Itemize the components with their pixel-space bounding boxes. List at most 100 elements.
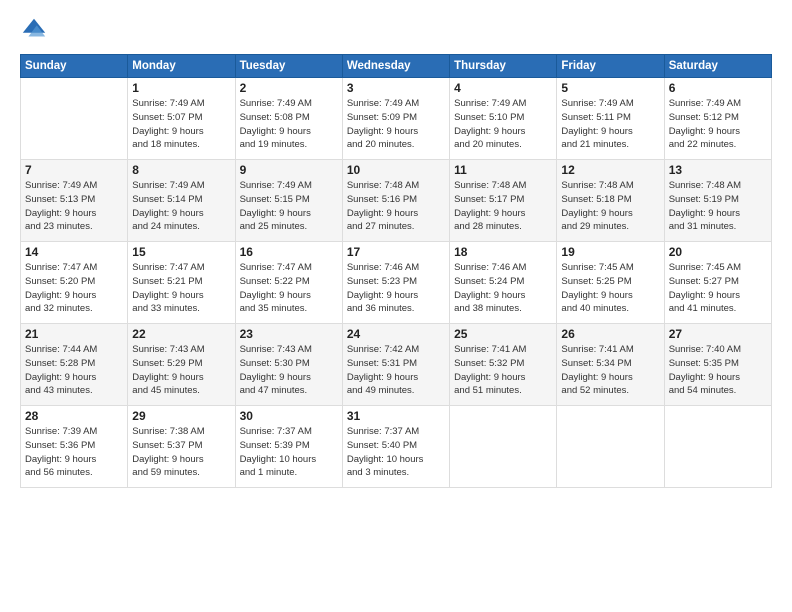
day-number: 27: [669, 327, 767, 341]
cell-line: Sunset: 5:14 PM: [132, 193, 230, 207]
cell-line: Daylight: 9 hours: [454, 125, 552, 139]
calendar-cell: 10Sunrise: 7:48 AMSunset: 5:16 PMDayligh…: [342, 160, 449, 242]
cell-line: Sunset: 5:10 PM: [454, 111, 552, 125]
cell-line: Daylight: 9 hours: [669, 207, 767, 221]
calendar-cell: [557, 406, 664, 488]
cell-line: Sunrise: 7:48 AM: [454, 179, 552, 193]
cell-line: Sunrise: 7:40 AM: [669, 343, 767, 357]
cell-line: Sunset: 5:35 PM: [669, 357, 767, 371]
cell-line: Daylight: 9 hours: [669, 289, 767, 303]
day-number: 15: [132, 245, 230, 259]
day-number: 18: [454, 245, 552, 259]
cell-line: and 31 minutes.: [669, 220, 767, 234]
calendar-cell: 27Sunrise: 7:40 AMSunset: 5:35 PMDayligh…: [664, 324, 771, 406]
cell-line: Sunset: 5:29 PM: [132, 357, 230, 371]
cell-line: Daylight: 9 hours: [132, 289, 230, 303]
logo-icon: [20, 16, 48, 44]
cell-line: Sunrise: 7:49 AM: [454, 97, 552, 111]
cell-line: Daylight: 9 hours: [25, 207, 123, 221]
cell-line: Sunrise: 7:47 AM: [240, 261, 338, 275]
cell-line: Sunrise: 7:44 AM: [25, 343, 123, 357]
calendar-cell: 15 Sunrise: 7:47 AMSunset: 5:21 PMDayligh…: [128, 242, 235, 324]
day-header-friday: Friday: [557, 55, 664, 78]
cell-line: and 20 minutes.: [454, 138, 552, 152]
cell-line: Daylight: 9 hours: [669, 125, 767, 139]
cell-line: Sunset: 5:32 PM: [454, 357, 552, 371]
calendar-cell: 8Sunrise: 7:49 AMSunset: 5:14 PMDaylight…: [128, 160, 235, 242]
cell-line: and 47 minutes.: [240, 384, 338, 398]
cell-line: Sunset: 5:18 PM: [561, 193, 659, 207]
cell-line: Sunset: 5:30 PM: [240, 357, 338, 371]
cell-line: and 41 minutes.: [669, 302, 767, 316]
calendar-cell: 1Sunrise: 7:49 AMSunset: 5:07 PMDaylight…: [128, 78, 235, 160]
cell-line: Sunset: 5:23 PM: [347, 275, 445, 289]
cell-line: and 49 minutes.: [347, 384, 445, 398]
cell-line: Daylight: 9 hours: [347, 207, 445, 221]
cell-line: Sunrise: 7:49 AM: [561, 97, 659, 111]
cell-line: and 51 minutes.: [454, 384, 552, 398]
calendar-week-row: 28Sunrise: 7:39 AMSunset: 5:36 PMDayligh…: [21, 406, 772, 488]
cell-line: and 23 minutes.: [25, 220, 123, 234]
day-number: 31: [347, 409, 445, 423]
cell-line: Sunrise: 7:49 AM: [25, 179, 123, 193]
calendar-cell: [450, 406, 557, 488]
cell-line: Sunrise: 7:37 AM: [347, 425, 445, 439]
calendar-cell: 30Sunrise: 7:37 AMSunset: 5:39 PMDayligh…: [235, 406, 342, 488]
calendar-cell: 24Sunrise: 7:42 AMSunset: 5:31 PMDayligh…: [342, 324, 449, 406]
calendar-cell: 7Sunrise: 7:49 AMSunset: 5:13 PMDaylight…: [21, 160, 128, 242]
calendar-cell: 12Sunrise: 7:48 AMSunset: 5:18 PMDayligh…: [557, 160, 664, 242]
cell-line: Sunrise: 7:39 AM: [25, 425, 123, 439]
cell-line: Sunrise: 7:48 AM: [561, 179, 659, 193]
cell-line: and 1 minute.: [240, 466, 338, 480]
cell-line: Sunset: 5:36 PM: [25, 439, 123, 453]
calendar-cell: [21, 78, 128, 160]
calendar-table: SundayMondayTuesdayWednesdayThursdayFrid…: [20, 54, 772, 488]
day-header-tuesday: Tuesday: [235, 55, 342, 78]
cell-line: and 22 minutes.: [669, 138, 767, 152]
day-number: 1: [132, 81, 230, 95]
cell-line: and 36 minutes.: [347, 302, 445, 316]
logo: [20, 16, 52, 44]
calendar-header-row: SundayMondayTuesdayWednesdayThursdayFrid…: [21, 55, 772, 78]
day-number: 30: [240, 409, 338, 423]
calendar-cell: 28Sunrise: 7:39 AMSunset: 5:36 PMDayligh…: [21, 406, 128, 488]
cell-line: Daylight: 9 hours: [561, 289, 659, 303]
day-number: 7: [25, 163, 123, 177]
cell-line: Sunset: 5:21 PM: [132, 275, 230, 289]
day-number: 10: [347, 163, 445, 177]
cell-line: and 32 minutes.: [25, 302, 123, 316]
cell-line: and 29 minutes.: [561, 220, 659, 234]
cell-line: and 24 minutes.: [132, 220, 230, 234]
cell-line: Sunrise: 7:42 AM: [347, 343, 445, 357]
day-header-sunday: Sunday: [21, 55, 128, 78]
cell-line: Daylight: 9 hours: [132, 207, 230, 221]
calendar-cell: 17Sunrise: 7:46 AMSunset: 5:23 PMDayligh…: [342, 242, 449, 324]
calendar-cell: 9Sunrise: 7:49 AMSunset: 5:15 PMDaylight…: [235, 160, 342, 242]
cell-line: Sunrise: 7:41 AM: [561, 343, 659, 357]
day-number: 13: [669, 163, 767, 177]
cell-line: Sunset: 5:25 PM: [561, 275, 659, 289]
cell-line: Daylight: 9 hours: [561, 207, 659, 221]
cell-line: Sunrise: 7:47 AM: [132, 261, 230, 275]
cell-line: Daylight: 9 hours: [25, 371, 123, 385]
cell-line: Sunset: 5:07 PM: [132, 111, 230, 125]
calendar-cell: 25Sunrise: 7:41 AMSunset: 5:32 PMDayligh…: [450, 324, 557, 406]
cell-line: Daylight: 9 hours: [454, 207, 552, 221]
cell-line: Daylight: 9 hours: [561, 371, 659, 385]
cell-line: Sunset: 5:34 PM: [561, 357, 659, 371]
day-number: 29: [132, 409, 230, 423]
calendar-cell: 3Sunrise: 7:49 AMSunset: 5:09 PMDaylight…: [342, 78, 449, 160]
cell-line: Sunset: 5:09 PM: [347, 111, 445, 125]
cell-line: and 19 minutes.: [240, 138, 338, 152]
day-number: 20: [669, 245, 767, 259]
cell-line: Sunrise: 7:46 AM: [454, 261, 552, 275]
cell-line: and 43 minutes.: [25, 384, 123, 398]
cell-line: Sunrise: 7:43 AM: [132, 343, 230, 357]
day-number: 28: [25, 409, 123, 423]
cell-line: Sunrise: 7:47 AM: [25, 261, 123, 275]
cell-line: Sunrise: 7:49 AM: [132, 179, 230, 193]
calendar-cell: 4Sunrise: 7:49 AMSunset: 5:10 PMDaylight…: [450, 78, 557, 160]
cell-line: and 35 minutes.: [240, 302, 338, 316]
day-number: 6: [669, 81, 767, 95]
calendar-cell: 29Sunrise: 7:38 AMSunset: 5:37 PMDayligh…: [128, 406, 235, 488]
